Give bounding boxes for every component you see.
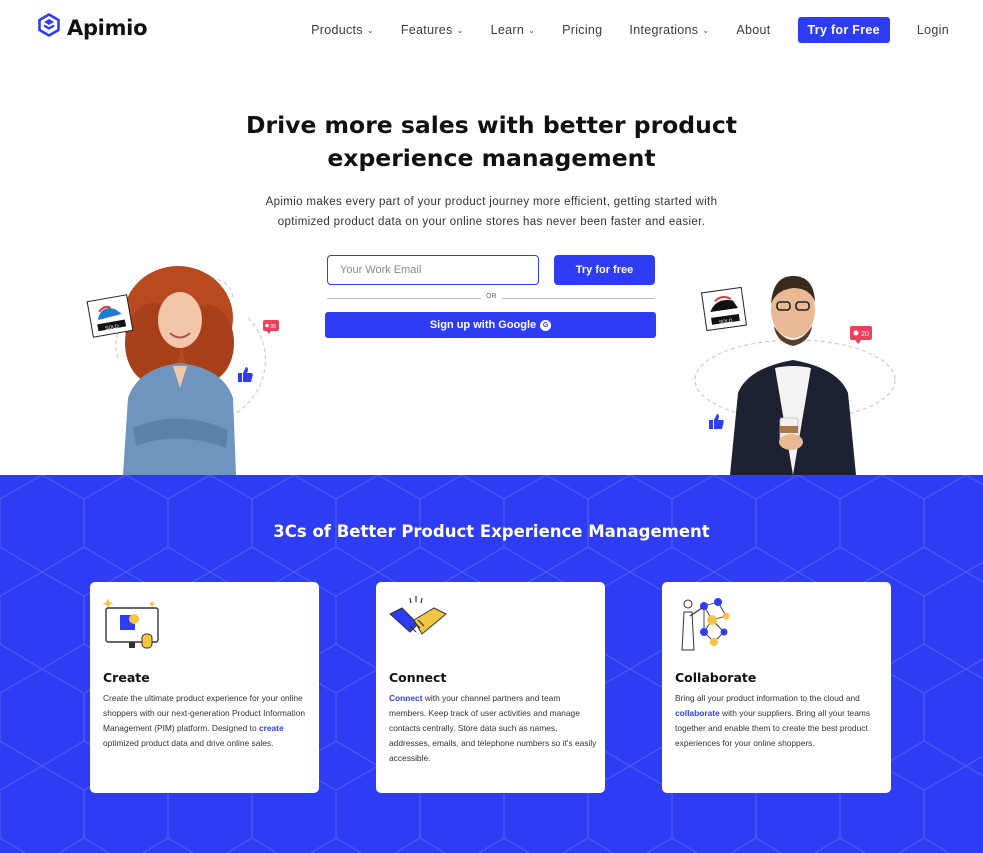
google-signup-button[interactable]: Sign up with Google G [325,312,656,338]
sold-product-card: SOLD [86,294,134,338]
man-illustration: SOLD 20 [690,268,900,475]
card-title: Connect [389,670,447,685]
heart-badge: 20 [850,326,872,344]
hero-subtitle-line: optimized product data on your online st… [277,216,706,228]
nav-item-label: Products [311,23,363,37]
thumbs-up-icon [708,413,725,430]
section-title: 3Cs of Better Product Experience Managem… [273,522,710,541]
nav-item-features[interactable]: Features ⌄ [401,23,464,37]
card-text: with your channel partners and team memb… [389,693,597,763]
nav-item-label: Learn [490,23,525,37]
card-text: optimized product data and drive online … [103,738,274,748]
nav-item-label: Integrations [629,23,699,37]
card-text: Bring all your product information to th… [675,693,860,703]
google-signup-label: Sign up with Google [429,319,537,331]
nav-item-label: Pricing [562,23,603,37]
try-for-free-button[interactable]: Try for free [554,255,655,285]
thumbs-up-icon [237,366,254,383]
card-title: Create [103,670,150,685]
hero-subtitle: Apimio makes every part of your product … [240,192,743,232]
try-for-free-nav-button[interactable]: Try for Free [797,17,890,43]
connect-link[interactable]: Connect [389,693,423,703]
work-email-input[interactable] [327,255,539,285]
collaborate-card: Collaborate Bring all your product infor… [662,582,891,793]
top-nav: Apimio Products ⌄ Features ⌄ Learn ⌄ Pri… [0,0,983,60]
brand-name: Apimio [67,15,148,40]
nav-item-learn[interactable]: Learn ⌄ [491,23,536,37]
sold-product-card: SOLD [700,286,748,332]
hero-title: Drive more sales with better product exp… [0,109,983,175]
card-description: Create the ultimate product experience f… [103,691,311,751]
network-person-icon [674,594,734,652]
hero-title-line: Drive more sales with better product [245,111,738,139]
google-plus-icon: G [540,319,552,331]
connect-card: Connect Connect with your channel partne… [376,582,605,793]
nav-item-label: Features [400,23,453,37]
apimio-cube-icon [37,13,61,42]
or-text: OR [481,293,502,300]
three-cs-section: 3Cs of Better Product Experience Managem… [0,475,983,853]
nav-item-about[interactable]: About [736,23,770,37]
card-title: Collaborate [675,670,757,685]
nav-item-integrations[interactable]: Integrations ⌄ [629,23,709,37]
chevron-down-icon: ⌄ [456,25,464,35]
chevron-down-icon: ⌄ [528,25,536,35]
hero-title-line: experience management [327,144,656,172]
login-link[interactable]: Login [917,23,949,37]
nav-item-pricing[interactable]: Pricing [562,23,602,37]
create-card: Create Create the ultimate product exper… [90,582,319,793]
card-description: Connect with your channel partners and t… [389,691,597,766]
nav-item-label: About [736,23,771,37]
nav-menu: Products ⌄ Features ⌄ Learn ⌄ Pricing In… [284,17,949,43]
woman-illustration: SOLD 35 [78,258,293,475]
chevron-down-icon: ⌄ [702,25,710,35]
nav-item-products[interactable]: Products ⌄ [311,23,374,37]
heart-badge: 35 [263,320,279,334]
handshake-icon [388,594,448,652]
monitor-design-icon [102,594,162,652]
heart-badge-count: 35 [270,324,276,330]
hero-subtitle-line: Apimio makes every part of your product … [265,196,718,208]
brand-logo[interactable]: Apimio [37,13,148,42]
create-link[interactable]: create [259,723,284,733]
chevron-down-icon: ⌄ [366,25,374,35]
card-description: Bring all your product information to th… [675,691,883,751]
heart-badge-count: 20 [861,331,869,338]
collaborate-link[interactable]: collaborate [675,708,720,718]
